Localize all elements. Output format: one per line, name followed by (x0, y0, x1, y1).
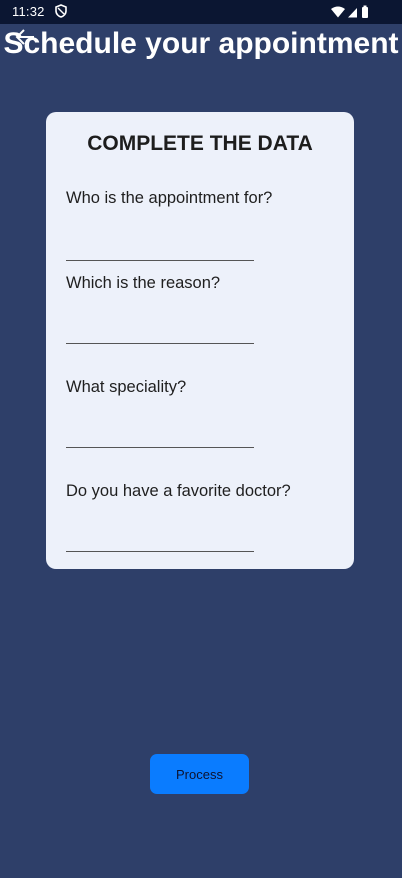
field-label-doctor: Do you have a favorite doctor? (66, 482, 291, 500)
status-icons (331, 5, 368, 18)
page-title: Schedule your appointment (0, 20, 402, 68)
form-title: COMPLETE THE DATA (87, 132, 313, 155)
field-label-speciality: What speciality? (66, 378, 187, 396)
status-time: 11:32 (12, 4, 45, 19)
process-button[interactable]: Process (150, 754, 249, 794)
battery-icon (362, 5, 368, 18)
wifi-icon (331, 6, 345, 18)
shield-icon (55, 4, 67, 18)
signal-icon (348, 8, 357, 18)
favorite-doctor-input[interactable] (66, 527, 254, 552)
page-title-text: Schedule your appointment (3, 27, 399, 60)
reason-input[interactable] (66, 319, 254, 344)
field-label-patient: Who is the appointment for? (66, 189, 273, 207)
patient-input[interactable] (66, 236, 254, 261)
field-label-reason: Which is the reason? (66, 274, 221, 292)
speciality-input[interactable] (66, 423, 254, 448)
form-card: COMPLETE THE DATA Who is the appointment… (46, 112, 354, 569)
